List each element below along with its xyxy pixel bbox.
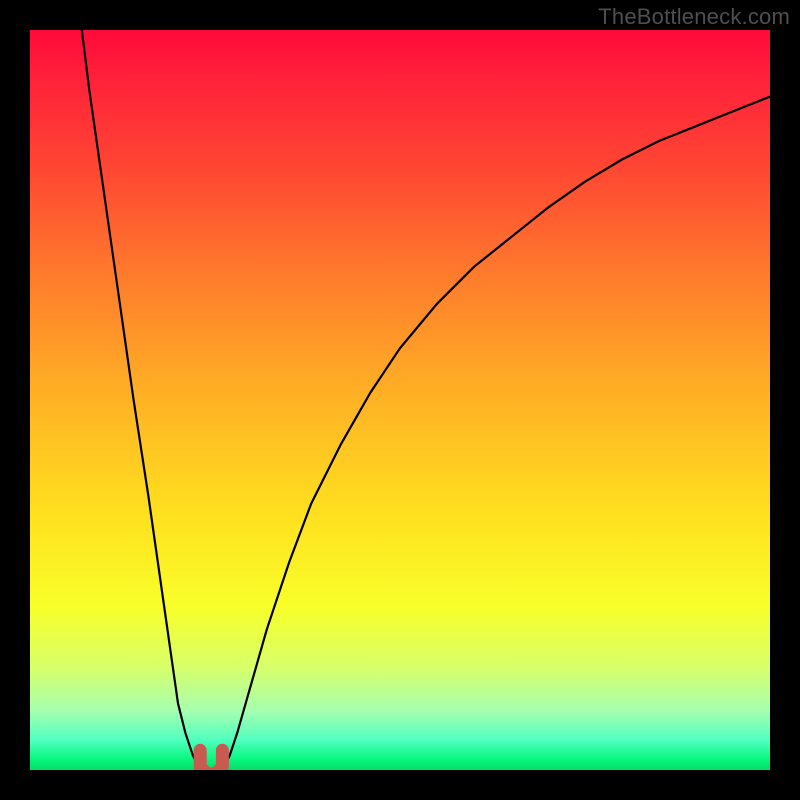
watermark-text: TheBottleneck.com [598, 4, 790, 30]
chart-frame: TheBottleneck.com [0, 0, 800, 800]
curve-layer [30, 30, 770, 770]
bottleneck-curve-left [82, 30, 200, 770]
minimum-u-marker [200, 750, 222, 770]
minimum-markers [200, 750, 222, 770]
bottleneck-curve-right [222, 97, 770, 770]
plot-area [30, 30, 770, 770]
